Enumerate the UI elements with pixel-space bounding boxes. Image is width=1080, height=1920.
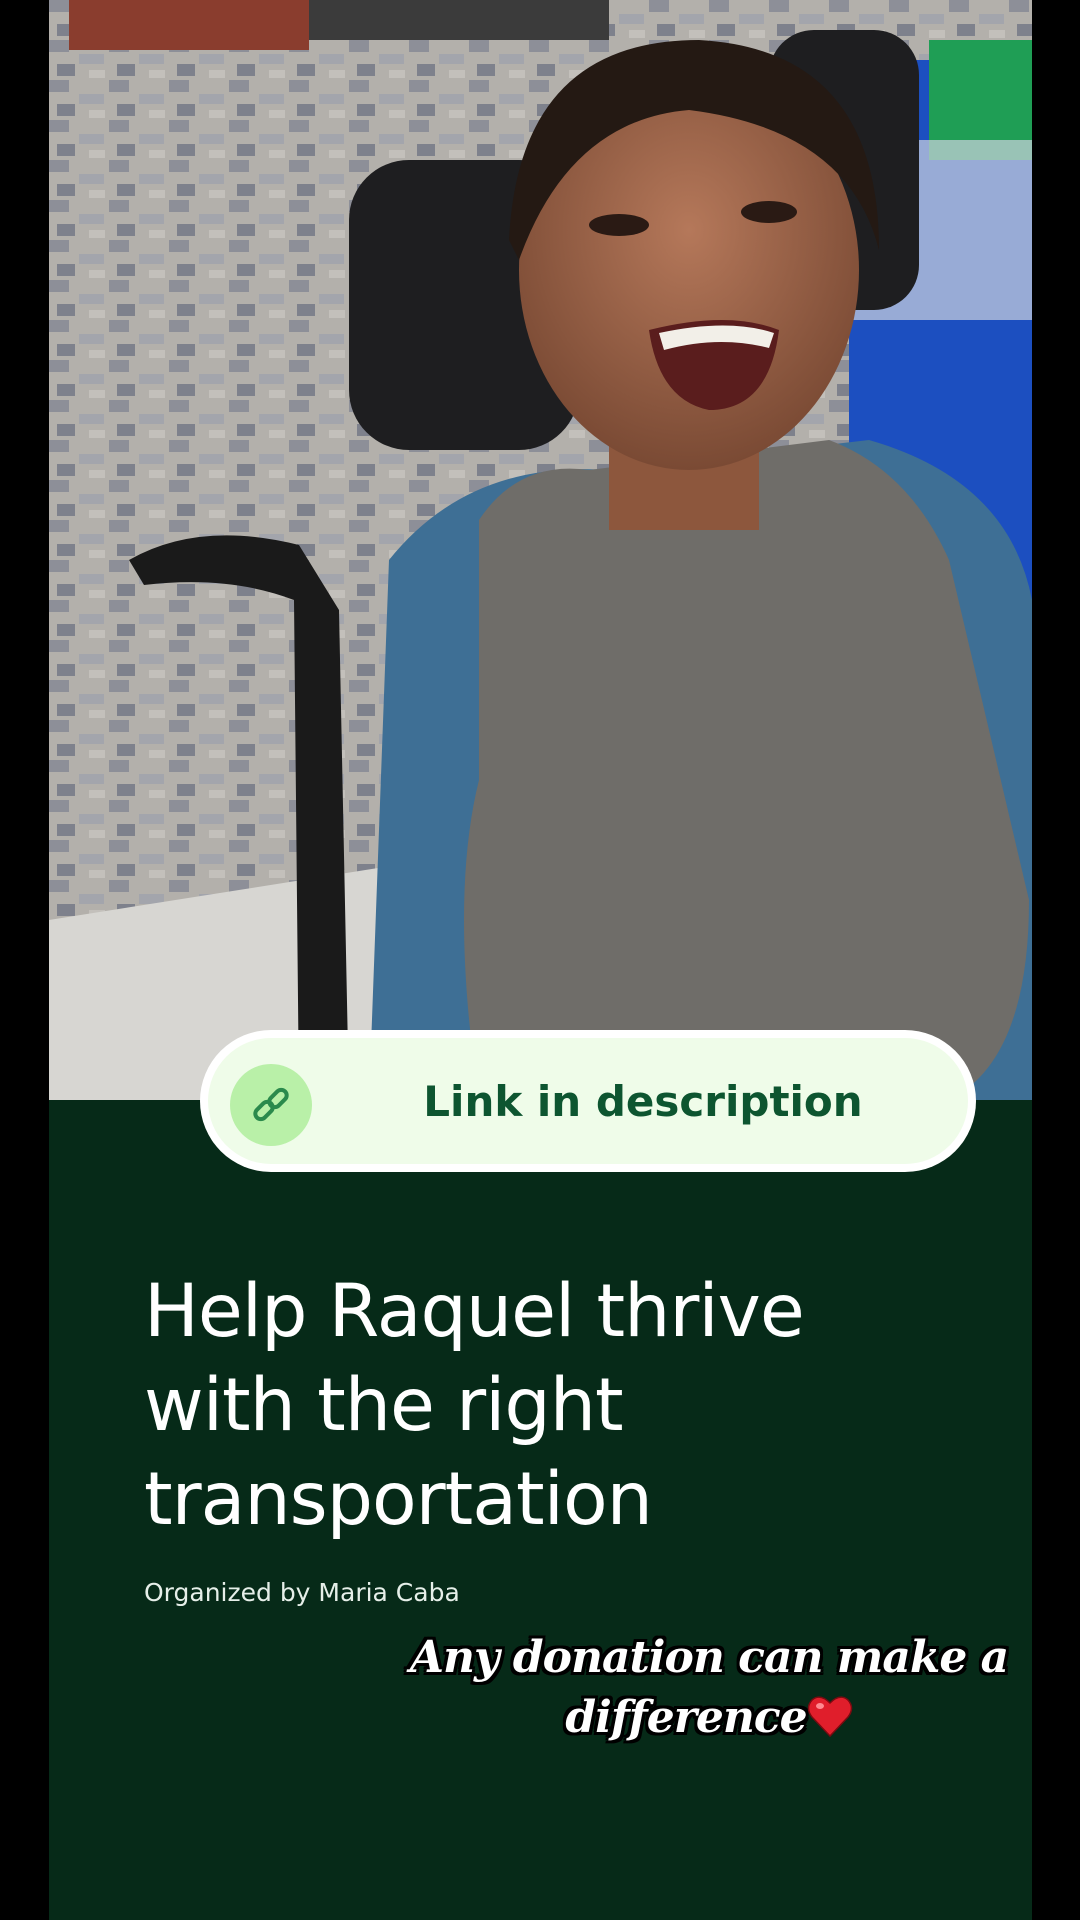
fundraiser-card: Link in description Help Raquel thrive w… xyxy=(49,0,1032,1920)
organizer-label: Organized by Maria Caba xyxy=(144,1578,460,1607)
letterbox-left xyxy=(0,0,49,1920)
link-pill-inner: Link in description xyxy=(208,1038,968,1164)
link-label: Link in description xyxy=(423,1076,863,1126)
title-line-1: Help Raquel thrive xyxy=(144,1269,805,1354)
heart-emoji-icon xyxy=(807,1694,853,1754)
letterbox-right xyxy=(1032,0,1080,1920)
title-line-3: transportation xyxy=(144,1457,653,1542)
title-line-2: with the right xyxy=(144,1363,624,1448)
fundraiser-photo xyxy=(49,0,1032,1100)
caption-line-1: Any donation can make a xyxy=(409,1632,1009,1683)
link-icon xyxy=(230,1064,312,1146)
caption-line-2: difference xyxy=(565,1692,807,1743)
link-in-description-button[interactable]: Link in description xyxy=(200,1030,976,1172)
fundraiser-title: Help Raquel thrive with the right transp… xyxy=(144,1265,904,1547)
video-caption: Any donation can make a difference xyxy=(409,1628,1009,1754)
